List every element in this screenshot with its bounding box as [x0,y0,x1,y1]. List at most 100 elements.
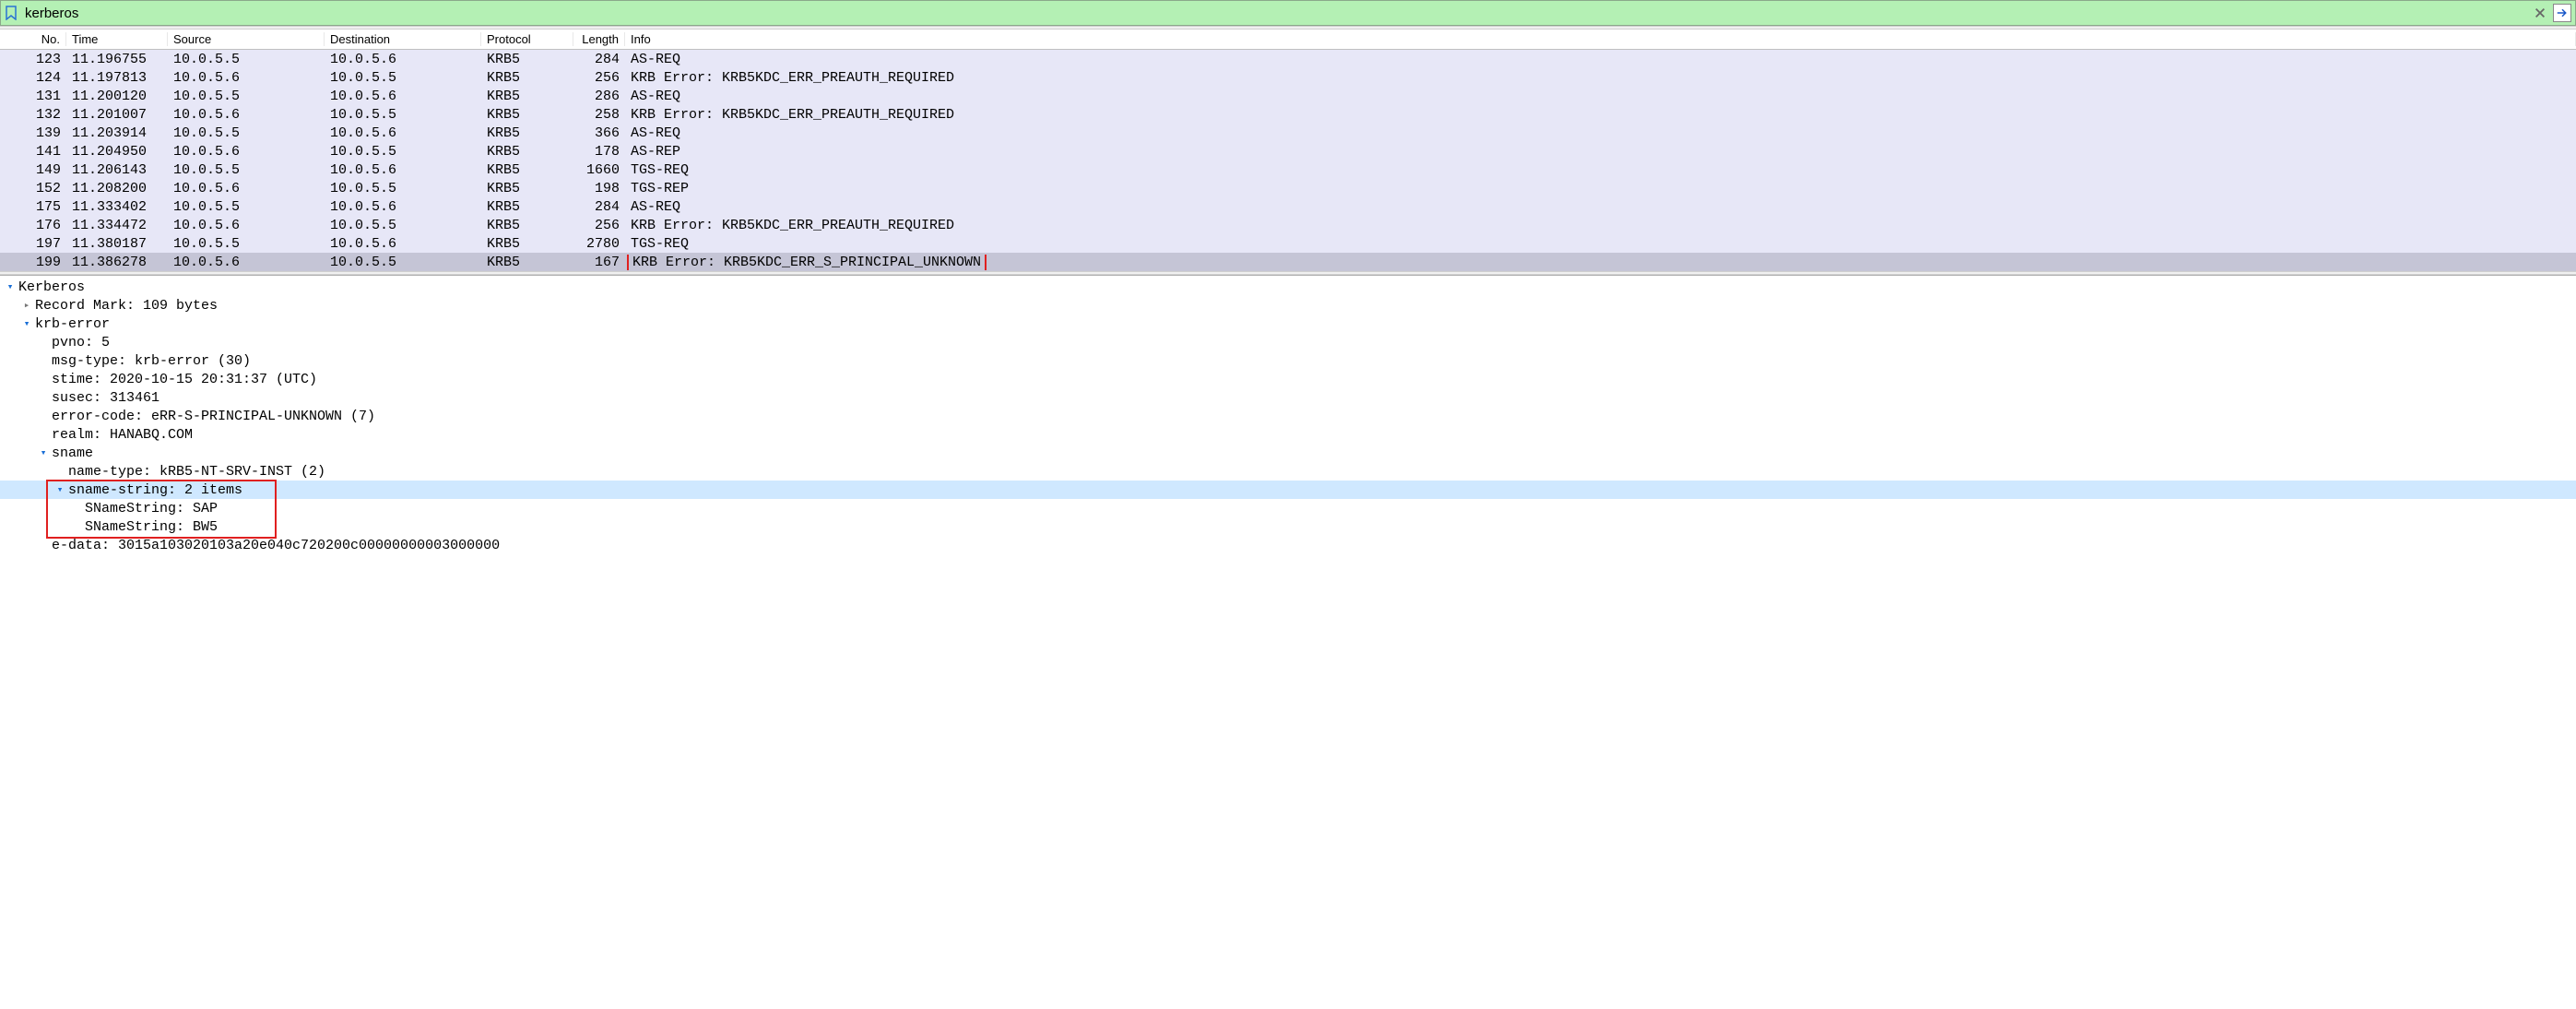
cell-time: 11.197813 [66,70,168,86]
caret-icon[interactable] [4,280,17,293]
display-filter-bar [0,0,2576,26]
cell-source: 10.0.5.5 [168,89,325,104]
cell-destination: 10.0.5.6 [325,125,481,141]
cell-time: 11.203914 [66,125,168,141]
tree-label: msg-type: krb-error (30) [52,353,251,369]
cell-destination: 10.0.5.6 [325,236,481,252]
caret-icon[interactable] [20,299,33,312]
tree-label: stime: 2020-10-15 20:31:37 (UTC) [52,372,317,387]
cell-info: AS-REQ [625,199,2576,215]
packet-row[interactable]: 14911.20614310.0.5.510.0.5.6KRB51660TGS-… [0,160,2576,179]
tree-label: krb-error [35,316,110,332]
packet-row[interactable]: 19911.38627810.0.5.610.0.5.5KRB5167KRB E… [0,253,2576,271]
packet-row[interactable]: 17611.33447210.0.5.610.0.5.5KRB5256KRB E… [0,216,2576,234]
highlight-box: KRB Error: KRB5KDC_ERR_S_PRINCIPAL_UNKNO… [627,255,987,270]
packet-row[interactable]: 13111.20012010.0.5.510.0.5.6KRB5286AS-RE… [0,87,2576,105]
col-header-protocol[interactable]: Protocol [481,32,573,46]
cell-length: 284 [573,52,625,67]
cell-no: 197 [2,236,66,252]
tree-label: realm: HANABQ.COM [52,427,193,443]
tree-node-sname-string-item[interactable]: SNameString: SAP [0,499,2576,517]
tree-node-realm[interactable]: realm: HANABQ.COM [0,425,2576,444]
tree-label: SNameString: SAP [85,501,218,516]
tree-node-sname-string-item[interactable]: SNameString: BW5 [0,517,2576,536]
cell-length: 256 [573,218,625,233]
cell-destination: 10.0.5.6 [325,199,481,215]
cell-info: AS-REQ [625,52,2576,67]
cell-length: 2780 [573,236,625,252]
tree-label: SNameString: BW5 [85,519,218,535]
packet-list-header: No. Time Source Destination Protocol Len… [0,30,2576,50]
cell-source: 10.0.5.5 [168,162,325,178]
cell-no: 123 [2,52,66,67]
packet-row[interactable]: 19711.38018710.0.5.510.0.5.6KRB52780TGS-… [0,234,2576,253]
cell-destination: 10.0.5.6 [325,52,481,67]
tree-node-kerberos[interactable]: Kerberos [0,278,2576,296]
tree-node-error-code[interactable]: error-code: eRR-S-PRINCIPAL-UNKNOWN (7) [0,407,2576,425]
col-header-length[interactable]: Length [573,32,625,46]
tree-node-pvno[interactable]: pvno: 5 [0,333,2576,351]
packet-row[interactable]: 13911.20391410.0.5.510.0.5.6KRB5366AS-RE… [0,124,2576,142]
tree-label: name-type: kRB5-NT-SRV-INST (2) [68,464,325,480]
tree-node-name-type[interactable]: name-type: kRB5-NT-SRV-INST (2) [0,462,2576,481]
cell-info: AS-REP [625,144,2576,160]
packet-row[interactable]: 12411.19781310.0.5.610.0.5.5KRB5256KRB E… [0,68,2576,87]
tree-label: susec: 313461 [52,390,160,406]
packet-row[interactable]: 14111.20495010.0.5.610.0.5.5KRB5178AS-RE… [0,142,2576,160]
cell-no: 176 [2,218,66,233]
cell-destination: 10.0.5.6 [325,89,481,104]
cell-destination: 10.0.5.6 [325,162,481,178]
cell-length: 284 [573,199,625,215]
tree-node-sname-string[interactable]: sname-string: 2 items [0,481,2576,499]
cell-protocol: KRB5 [481,107,573,123]
cell-source: 10.0.5.6 [168,70,325,86]
cell-no: 149 [2,162,66,178]
tree-label: Kerberos [18,279,85,295]
tree-node-susec[interactable]: susec: 313461 [0,388,2576,407]
cell-info: TGS-REQ [625,162,2576,178]
clear-filter-icon[interactable] [2531,4,2549,22]
cell-time: 11.206143 [66,162,168,178]
col-header-info[interactable]: Info [625,32,2576,46]
packet-row[interactable]: 12311.19675510.0.5.510.0.5.6KRB5284AS-RE… [0,50,2576,68]
packet-row[interactable]: 15211.20820010.0.5.610.0.5.5KRB5198TGS-R… [0,179,2576,197]
cell-time: 11.380187 [66,236,168,252]
cell-info: KRB Error: KRB5KDC_ERR_S_PRINCIPAL_UNKNO… [625,255,2576,270]
col-header-no[interactable]: No. [2,32,66,46]
cell-source: 10.0.5.5 [168,52,325,67]
cell-protocol: KRB5 [481,70,573,86]
caret-icon[interactable] [53,483,66,496]
tree-node-record-mark[interactable]: Record Mark: 109 bytes [0,296,2576,315]
tree-label: pvno: 5 [52,335,110,350]
packet-details-pane[interactable]: Kerberos Record Mark: 109 bytes krb-erro… [0,275,2576,560]
tree-node-sname[interactable]: sname [0,444,2576,462]
tree-node-edata[interactable]: e-data: 3015a103020103a20e040c720200c000… [0,536,2576,554]
display-filter-input[interactable] [23,6,2527,21]
packet-row[interactable]: 13211.20100710.0.5.610.0.5.5KRB5258KRB E… [0,105,2576,124]
tree-node-stime[interactable]: stime: 2020-10-15 20:31:37 (UTC) [0,370,2576,388]
cell-protocol: KRB5 [481,144,573,160]
col-header-destination[interactable]: Destination [325,32,481,46]
cell-length: 198 [573,181,625,196]
cell-info: TGS-REP [625,181,2576,196]
cell-info: TGS-REQ [625,236,2576,252]
cell-protocol: KRB5 [481,181,573,196]
col-header-source[interactable]: Source [168,32,325,46]
cell-info: KRB Error: KRB5KDC_ERR_PREAUTH_REQUIRED [625,107,2576,123]
tree-node-krb-error[interactable]: krb-error [0,315,2576,333]
tree-node-msg-type[interactable]: msg-type: krb-error (30) [0,351,2576,370]
apply-filter-icon[interactable] [2553,4,2571,22]
cell-info: KRB Error: KRB5KDC_ERR_PREAUTH_REQUIRED [625,70,2576,86]
caret-icon[interactable] [37,446,50,459]
cell-protocol: KRB5 [481,89,573,104]
packet-list[interactable]: 12311.19675510.0.5.510.0.5.6KRB5284AS-RE… [0,50,2576,271]
packet-row[interactable]: 17511.33340210.0.5.510.0.5.6KRB5284AS-RE… [0,197,2576,216]
caret-icon[interactable] [20,317,33,330]
tree-label: e-data: 3015a103020103a20e040c720200c000… [52,538,500,553]
cell-no: 175 [2,199,66,215]
cell-time: 11.333402 [66,199,168,215]
cell-protocol: KRB5 [481,199,573,215]
bookmark-icon[interactable] [5,6,18,20]
cell-source: 10.0.5.6 [168,218,325,233]
col-header-time[interactable]: Time [66,32,168,46]
